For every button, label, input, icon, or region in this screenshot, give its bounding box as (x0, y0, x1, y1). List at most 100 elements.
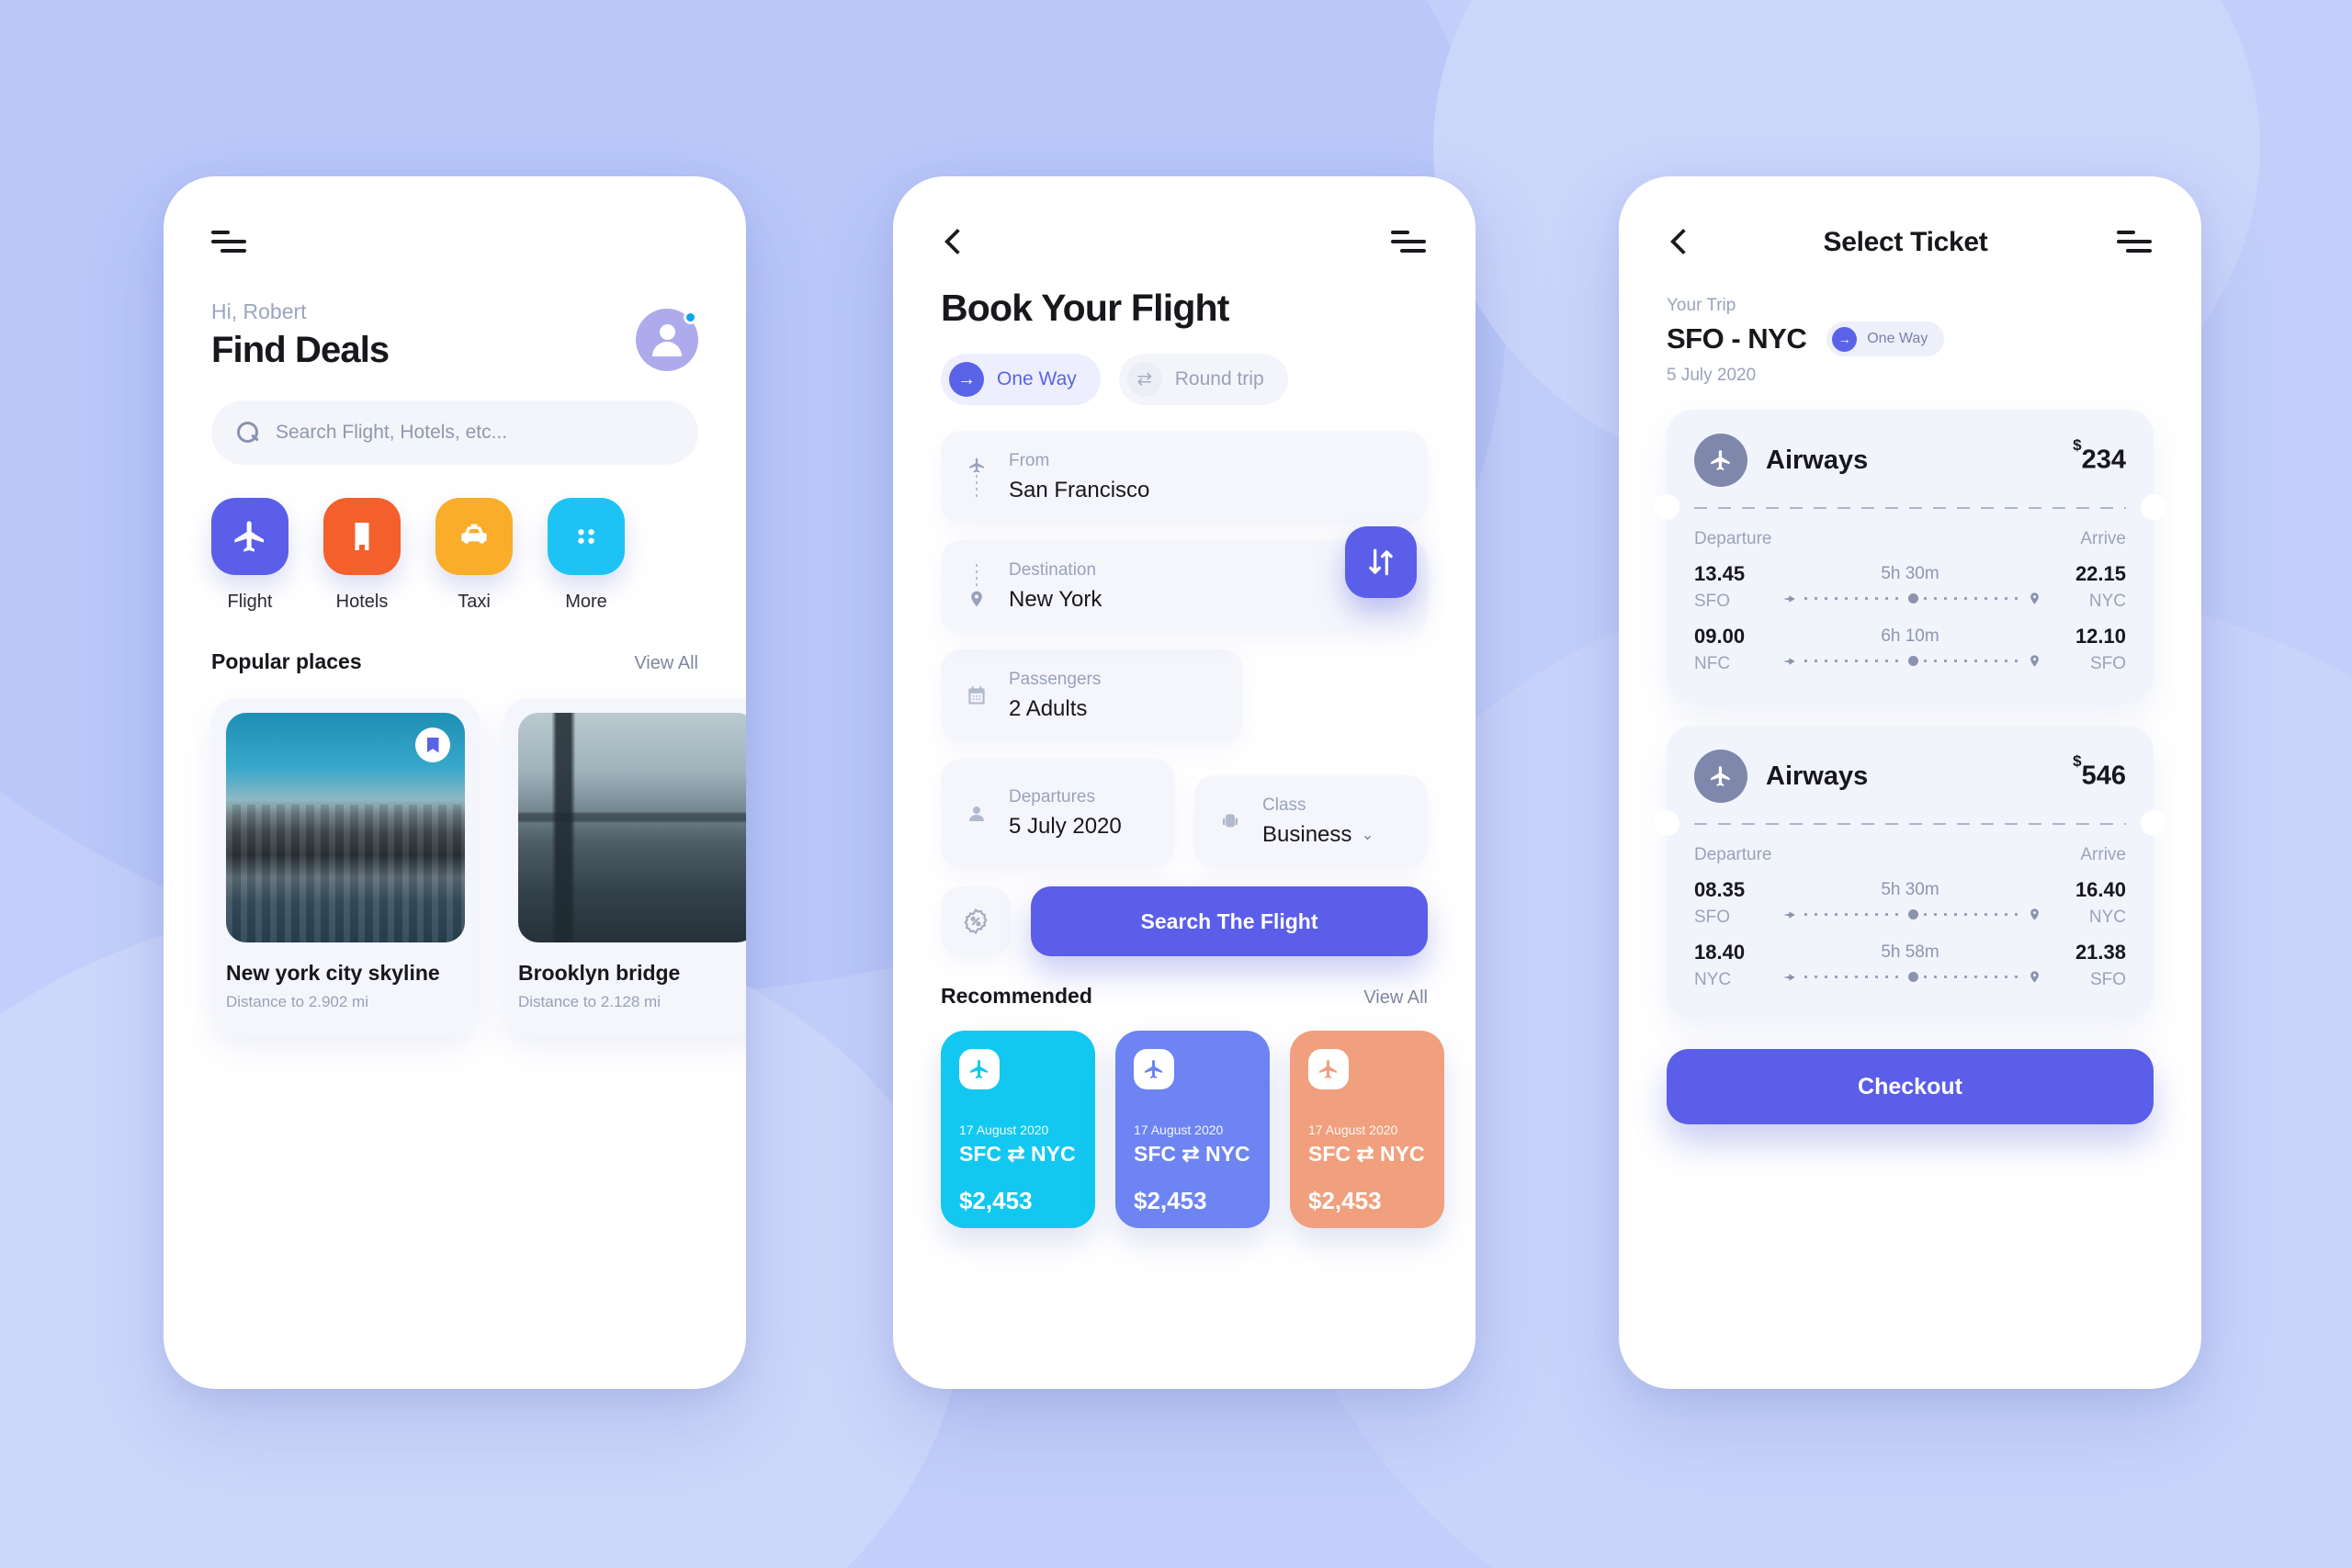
field-label: Departures (1009, 787, 1095, 807)
reco-route: SFC ⇄ NYC (959, 1142, 1076, 1166)
chevron-left-icon[interactable] (941, 229, 968, 256)
departure-code: SFO (1694, 908, 1731, 927)
arrival-time: 22.15 (2075, 562, 2126, 585)
route-fields: From San Francisco Destination New York (941, 431, 1428, 633)
departure-code: NFC (1694, 654, 1731, 673)
hamburger-icon[interactable] (1391, 231, 1428, 254)
trip-summary: SFO - NYC → One Way (1667, 321, 2154, 356)
booking-actions: Search The Flight (941, 886, 1428, 956)
booking-screen: Book Your Flight → One Way ⇄ Round trip (893, 176, 1476, 1389)
reco-card[interactable]: 17 August 2020 SFC ⇄ NYC $2,453 (1115, 1031, 1270, 1228)
location-pin-icon (2030, 655, 2039, 667)
taxi-icon (461, 524, 487, 544)
col-departure: Departure (1694, 529, 1772, 548)
from-field[interactable]: From San Francisco (941, 431, 1428, 524)
field-value: New York (1009, 587, 1102, 612)
category-more[interactable]: More (548, 498, 625, 613)
flight-leg: 18.40 NYC 5h 58m 21.38 SFO (1694, 941, 2126, 990)
departure-time: 18.40 (1694, 941, 1746, 964)
checkout-button[interactable]: Checkout (1667, 1049, 2154, 1124)
location-pin-icon (2030, 971, 2039, 983)
departure-time: 09.00 (1694, 625, 1746, 648)
reco-date: 17 August 2020 (1134, 1122, 1224, 1137)
departures-class-row: Departures 5 July 2020 Class Business ⌄ (941, 759, 1428, 868)
page-title: Select Ticket (1823, 227, 1988, 257)
chevron-left-icon[interactable] (1667, 229, 1694, 256)
airplane-icon (1783, 594, 1795, 603)
home-screen: Hi, Robert Find Deals Search Flight, Hot… (164, 176, 746, 1389)
reco-price: $2,453 (1134, 1187, 1207, 1214)
ticket-perforation (1654, 494, 2166, 520)
trip-type-tabs: → One Way ⇄ Round trip (941, 354, 1428, 405)
field-value: 5 July 2020 (1009, 814, 1122, 839)
ticket-card[interactable]: Airways $546 Departure Arrive 08.35 SFO … (1654, 726, 2166, 1018)
swap-locations-button[interactable] (1345, 526, 1417, 598)
view-all-link[interactable]: View All (1363, 987, 1428, 1009)
col-departure: Departure (1694, 845, 1772, 864)
arrival-code: NYC (2088, 908, 2126, 927)
popular-places-header: Popular places View All (211, 649, 698, 674)
chevron-down-icon[interactable]: ⌄ (1361, 826, 1374, 844)
location-pin-icon (2030, 592, 2039, 604)
swap-horizontal-icon: ⇄ (1126, 362, 1162, 397)
arrow-right-icon: → (1832, 326, 1858, 352)
arrival-time: 12.10 (2075, 625, 2126, 648)
reco-route: SFC ⇄ NYC (1308, 1142, 1425, 1166)
hamburger-icon[interactable] (2117, 231, 2154, 254)
search-icon (237, 422, 259, 444)
place-card[interactable]: New york city skyline Distance to 2.902 … (211, 698, 480, 1035)
place-card[interactable]: Brooklyn bridge Distance to 2.128 mi (503, 698, 746, 1035)
reco-date: 17 August 2020 (959, 1122, 1049, 1137)
class-field[interactable]: Class Business ⌄ (1194, 775, 1428, 868)
departures-field[interactable]: Departures 5 July 2020 (941, 759, 1174, 868)
airplane-icon (1308, 1049, 1349, 1089)
place-image (226, 713, 465, 942)
search-bar[interactable] (211, 400, 698, 465)
price-value: 234 (2081, 445, 2126, 475)
passengers-field[interactable]: Passengers 2 Adults (941, 649, 1243, 742)
recommended-header: Recommended View All (941, 984, 1428, 1009)
airplane-icon (1783, 973, 1795, 981)
reco-card[interactable]: 17 August 2020 SFC ⇄ NYC $2,453 (941, 1031, 1095, 1228)
reco-route: SFC ⇄ NYC (1134, 1142, 1250, 1166)
airplane-up-icon (965, 457, 989, 499)
view-all-link[interactable]: View All (634, 653, 698, 674)
tab-one-way[interactable]: → One Way (941, 354, 1101, 405)
search-flight-button[interactable]: Search The Flight (1031, 886, 1428, 956)
flight-duration: 5h 58m (1881, 942, 1939, 962)
airplane-icon (1694, 434, 1747, 487)
arrival-code: SFO (2089, 970, 2126, 989)
departure-code: NYC (1694, 970, 1732, 989)
category-label: Flight (227, 592, 273, 612)
booking-topbar (893, 176, 1476, 261)
category-taxi[interactable]: Taxi (435, 498, 513, 613)
bookmark-icon[interactable] (415, 728, 450, 762)
trip-date: 5 July 2020 (1667, 366, 1757, 385)
location-pin-icon (2030, 908, 2039, 920)
calendar-icon (965, 684, 989, 708)
ticket-card[interactable]: Airways $234 Departure Arrive 13.45 SFO … (1654, 410, 2166, 702)
category-hotels[interactable]: Hotels (323, 498, 401, 613)
airplane-icon (234, 521, 264, 552)
greeting-row: Hi, Robert Find Deals (211, 299, 698, 371)
notification-dot (684, 310, 697, 324)
trip-type-badge[interactable]: → One Way (1826, 321, 1945, 356)
percent-badge-icon[interactable] (941, 886, 1011, 956)
arrival-code: SFO (2089, 654, 2126, 673)
col-arrive: Arrive (2080, 845, 2126, 864)
ticket-columns: Departure Arrive (1694, 529, 2126, 549)
category-label: Hotels (335, 592, 389, 612)
tab-round-trip[interactable]: ⇄ Round trip (1118, 354, 1288, 405)
place-image (518, 713, 746, 942)
field-label: Class (1262, 795, 1306, 815)
arrow-right-icon: → (949, 362, 984, 397)
hamburger-icon[interactable] (211, 231, 248, 254)
reco-card[interactable]: 17 August 2020 SFC ⇄ NYC $2,453 (1290, 1031, 1444, 1228)
search-input[interactable] (276, 422, 673, 444)
location-pin-icon (965, 563, 989, 610)
field-label: From (1009, 451, 1050, 470)
category-flight[interactable]: Flight (211, 498, 288, 613)
col-arrive: Arrive (2080, 529, 2126, 548)
avatar[interactable] (636, 309, 698, 371)
tab-label: Round trip (1174, 368, 1264, 389)
